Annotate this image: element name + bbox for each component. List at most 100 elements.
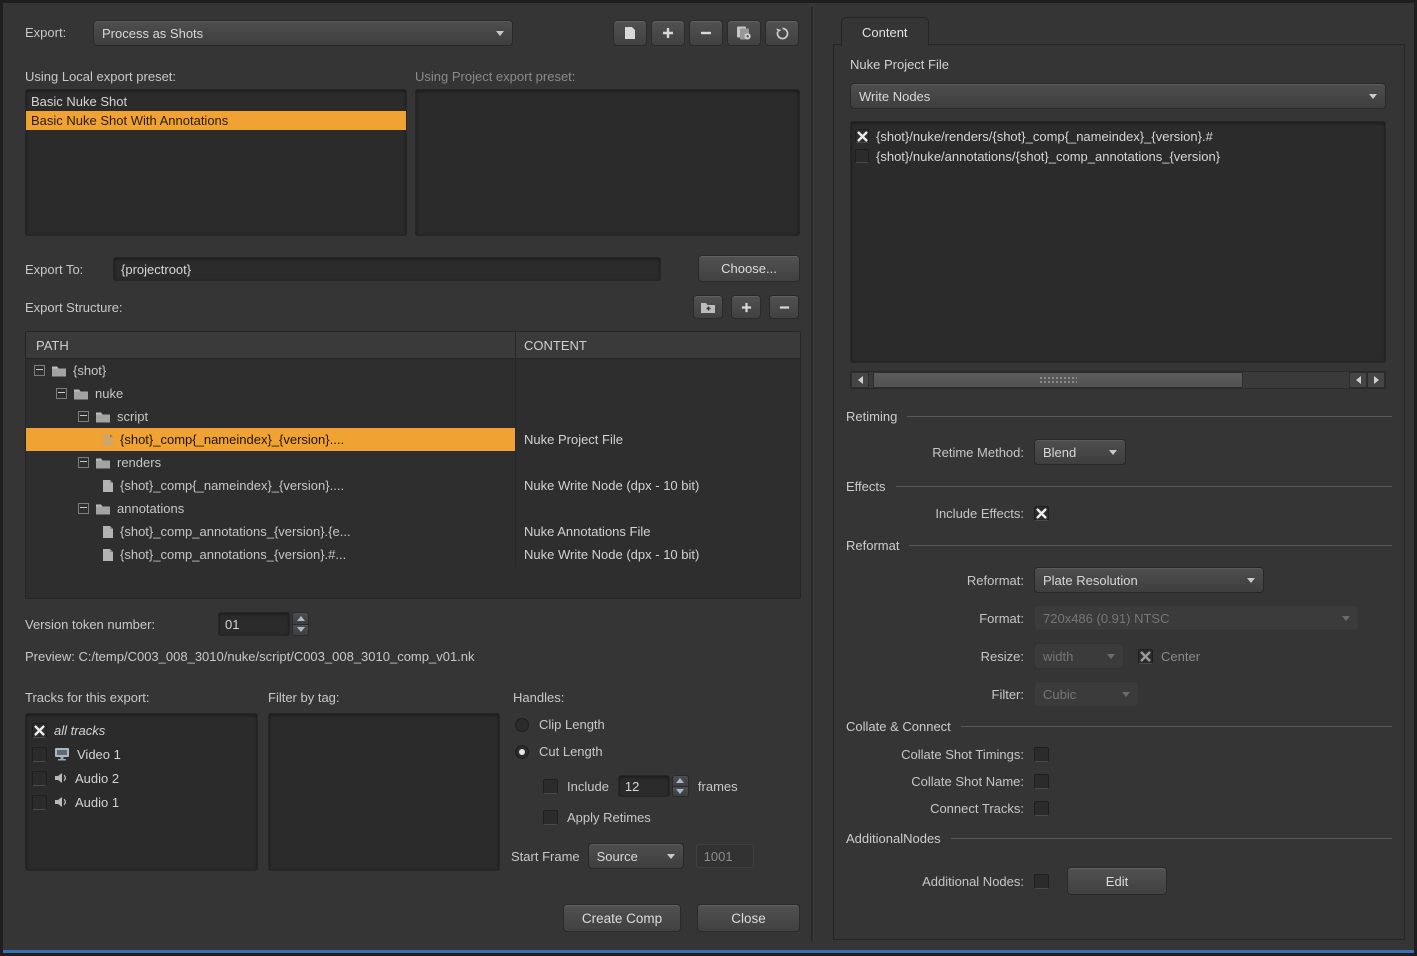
project-preset-list[interactable]	[415, 89, 800, 236]
reformat-dropdown[interactable]: Plate Resolution	[1034, 567, 1264, 593]
track-checkbox[interactable]	[32, 771, 47, 786]
nuke-project-file-title: Nuke Project File	[850, 57, 949, 72]
table-row[interactable]: renders	[26, 451, 800, 474]
retime-method-label: Retime Method:	[850, 445, 1034, 460]
table-row[interactable]: {shot}_comp{_nameindex}_{version}.... Nu…	[26, 474, 800, 497]
spin-up-button[interactable]	[672, 775, 689, 787]
local-preset-list[interactable]: Basic Nuke Shot Basic Nuke Shot With Ann…	[25, 89, 407, 236]
resize-dropdown[interactable]: width	[1034, 643, 1124, 669]
write-node-row[interactable]: {shot}/nuke/annotations/{shot}_comp_anno…	[851, 146, 1385, 166]
pane-divider[interactable]	[811, 7, 814, 941]
include-frames-checkbox[interactable]	[543, 779, 558, 794]
spin-down-button[interactable]	[292, 625, 309, 637]
revert-preset-button[interactable]	[765, 20, 799, 46]
track-item-audio-1[interactable]: Audio 1	[26, 789, 257, 813]
add-preset-button[interactable]	[651, 20, 685, 46]
add-path-button[interactable]	[731, 295, 761, 319]
scroll-left-button-2[interactable]	[1349, 372, 1367, 388]
cut-length-option[interactable]: Cut Length	[515, 744, 603, 759]
retime-method-value: Blend	[1043, 445, 1076, 460]
arrow-left-icon	[858, 376, 863, 384]
write-node-checkbox[interactable]	[855, 129, 869, 143]
start-frame-dropdown[interactable]: Source	[588, 843, 684, 869]
tracks-list[interactable]: all tracks Video 1 Audio 2	[25, 713, 258, 871]
retime-method-dropdown[interactable]: Blend	[1034, 439, 1126, 465]
apply-retimes-checkbox[interactable]	[543, 810, 558, 825]
list-item-selected[interactable]: Basic Nuke Shot With Annotations	[26, 111, 406, 130]
write-node-row[interactable]: {shot}/nuke/renders/{shot}_comp{_nameind…	[851, 126, 1385, 146]
new-folder-button[interactable]	[693, 295, 723, 319]
frames-value[interactable]: 12	[618, 775, 670, 797]
additional-nodes-row: Additional Nodes: Edit	[850, 867, 1390, 895]
edit-button[interactable]: Edit	[1067, 867, 1167, 895]
write-nodes-list[interactable]: {shot}/nuke/renders/{shot}_comp{_nameind…	[850, 121, 1386, 363]
frames-stepper[interactable]: 12	[618, 775, 689, 797]
filter-by-tag-box[interactable]	[268, 713, 500, 871]
export-preset-dropdown[interactable]: Process as Shots	[93, 20, 513, 46]
table-row[interactable]: nuke	[26, 382, 800, 405]
spin-up-button[interactable]	[292, 612, 309, 625]
scroll-right-button[interactable]	[1367, 372, 1385, 388]
track-label: Audio 1	[75, 795, 119, 810]
all-tracks-checkbox[interactable]	[32, 723, 47, 738]
frames-suffix-label: frames	[698, 779, 738, 794]
remove-path-button[interactable]	[769, 295, 799, 319]
version-token-stepper[interactable]: 01	[218, 612, 309, 636]
spin-down-button[interactable]	[672, 787, 689, 798]
filter-dropdown[interactable]: Cubic	[1034, 681, 1139, 707]
column-header-path[interactable]: PATH	[26, 332, 516, 358]
center-checkbox[interactable]	[1138, 649, 1153, 664]
start-frame-mode: Source	[597, 849, 638, 864]
close-button[interactable]: Close	[697, 904, 800, 932]
list-item[interactable]: Basic Nuke Shot	[26, 92, 406, 111]
collapse-icon[interactable]	[78, 457, 89, 468]
table-row-selected[interactable]: {shot}_comp{_nameindex}_{version}.... Nu…	[26, 428, 800, 451]
collapse-icon[interactable]	[78, 411, 89, 422]
collate-shot-name-checkbox[interactable]	[1034, 774, 1049, 789]
export-to-field[interactable]: {projectroot}	[113, 257, 661, 281]
track-checkbox[interactable]	[32, 795, 47, 810]
cut-length-radio[interactable]	[515, 745, 529, 759]
format-dropdown[interactable]: 720x486 (0.91) NTSC	[1034, 605, 1359, 631]
collate-shot-timings-checkbox[interactable]	[1034, 747, 1049, 762]
table-row[interactable]: {shot}	[26, 359, 800, 382]
track-item-audio-2[interactable]: Audio 2	[26, 765, 257, 789]
remove-preset-button[interactable]	[689, 20, 723, 46]
track-item-video-1[interactable]: Video 1	[26, 741, 257, 765]
write-node-checkbox[interactable]	[855, 149, 869, 163]
duplicate-preset-button[interactable]	[727, 20, 761, 46]
file-icon	[102, 548, 114, 562]
table-row[interactable]: {shot}_comp_annotations_{version}.{e... …	[26, 520, 800, 543]
include-effects-checkbox[interactable]	[1034, 506, 1049, 521]
scrollbar-thumb[interactable]	[873, 372, 1243, 388]
connect-tracks-checkbox[interactable]	[1034, 801, 1049, 816]
tab-content[interactable]: Content	[841, 17, 929, 46]
write-nodes-dropdown[interactable]: Write Nodes	[850, 83, 1386, 109]
track-item-all-tracks[interactable]: all tracks	[26, 717, 257, 741]
choose-button[interactable]: Choose...	[698, 255, 800, 282]
clip-length-radio[interactable]	[515, 718, 529, 732]
folder-icon	[51, 365, 67, 377]
collapse-icon[interactable]	[78, 503, 89, 514]
table-row[interactable]: annotations	[26, 497, 800, 520]
clip-length-option[interactable]: Clip Length	[515, 717, 605, 732]
version-token-value[interactable]: 01	[218, 612, 290, 636]
horizontal-scrollbar[interactable]	[850, 371, 1386, 389]
collapse-icon[interactable]	[56, 388, 67, 399]
tab-content-label: Content	[862, 25, 908, 40]
scroll-left-button[interactable]	[851, 372, 869, 388]
connect-tracks-label: Connect Tracks:	[850, 801, 1034, 816]
new-preset-button[interactable]	[613, 20, 647, 46]
retime-method-row: Retime Method: Blend	[850, 439, 1390, 465]
create-comp-button[interactable]: Create Comp	[563, 904, 681, 932]
track-checkbox[interactable]	[32, 747, 47, 762]
chevron-down-icon	[496, 31, 504, 36]
tree-node-label: {shot}	[73, 363, 106, 378]
section-title: Effects	[846, 479, 886, 494]
scrollbar-track[interactable]	[1243, 372, 1349, 388]
collapse-icon[interactable]	[34, 365, 45, 376]
table-row[interactable]: {shot}_comp_annotations_{version}.#... N…	[26, 543, 800, 566]
column-header-content[interactable]: CONTENT	[516, 338, 800, 353]
additional-nodes-checkbox[interactable]	[1034, 874, 1049, 889]
table-row[interactable]: script	[26, 405, 800, 428]
